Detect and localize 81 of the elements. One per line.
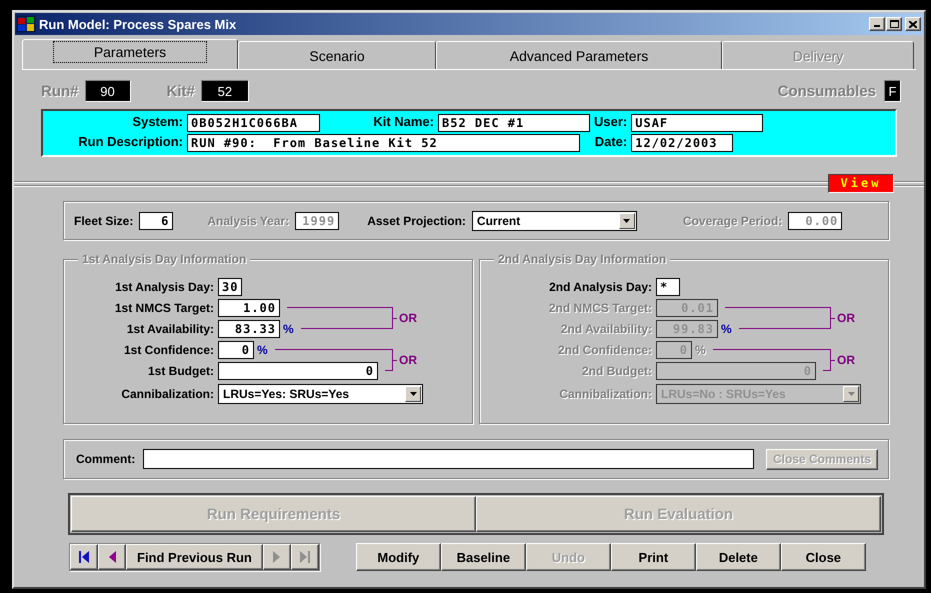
view-button[interactable]: View bbox=[828, 174, 894, 192]
field-label: Asset Projection: bbox=[367, 214, 466, 228]
consumables-label: Consumables bbox=[778, 82, 876, 100]
input-field[interactable]: * bbox=[656, 278, 680, 296]
field-label: User: bbox=[594, 114, 628, 130]
app-icon bbox=[17, 16, 35, 32]
tab[interactable]: Parameters bbox=[22, 39, 238, 69]
field-label: 1st NMCS Target: bbox=[114, 300, 214, 314]
skip-arrow-icon bbox=[79, 551, 89, 563]
field-label: Cannibalization: bbox=[558, 387, 652, 401]
dropdown[interactable]: LRUs=Yes: SRUs=Yes bbox=[218, 384, 423, 404]
run-number-label: Run# bbox=[41, 82, 78, 100]
divider-line bbox=[894, 180, 924, 186]
input-field[interactable]: RUN #90: From Baseline Kit 52 bbox=[187, 134, 580, 152]
group-title: 2nd Analysis Day Information bbox=[494, 252, 670, 266]
window-title: Run Model: Process Spares Mix bbox=[39, 16, 238, 32]
field-label: Run Description: bbox=[77, 134, 183, 151]
tab[interactable]: Scenario bbox=[238, 41, 436, 69]
close-icon bbox=[909, 20, 917, 28]
or-label: OR bbox=[399, 311, 417, 325]
dropdown[interactable]: Current bbox=[472, 210, 637, 230]
field-label: Fleet Size: bbox=[74, 214, 134, 228]
or-label: OR bbox=[399, 353, 417, 367]
unit-label: % bbox=[257, 342, 268, 356]
field-label: Coverage Period: bbox=[682, 214, 782, 228]
unit-label: % bbox=[283, 322, 294, 336]
field-label: Analysis Year: bbox=[207, 214, 290, 228]
caret-icon bbox=[623, 218, 630, 222]
input-field[interactable]: 83.33 bbox=[218, 320, 280, 338]
input-field[interactable]: 0 bbox=[218, 340, 254, 358]
field-label: 2nd NMCS Target: bbox=[548, 300, 652, 314]
action-button[interactable]: Close bbox=[780, 543, 866, 571]
field-label: 1st Availability: bbox=[126, 322, 214, 336]
kit-number-field: 52 bbox=[200, 80, 249, 102]
comment-field[interactable] bbox=[143, 449, 754, 469]
input-field[interactable]: 1.00 bbox=[218, 298, 280, 316]
action-button[interactable]: Delete bbox=[696, 543, 781, 571]
field-label: Comment: bbox=[76, 452, 136, 466]
input-field[interactable]: 30 bbox=[218, 278, 242, 296]
maximize-button[interactable] bbox=[886, 17, 902, 31]
tab[interactable]: Advanced Parameters bbox=[436, 41, 722, 69]
action-button[interactable]: Print bbox=[610, 543, 696, 571]
field-label: Cannibalization: bbox=[120, 387, 214, 401]
caret-icon bbox=[848, 392, 854, 396]
minimize-button[interactable] bbox=[869, 17, 885, 31]
input-field[interactable]: 12/02/2003 bbox=[631, 134, 734, 152]
field-label: 1st Analysis Day: bbox=[114, 280, 214, 294]
close-button[interactable] bbox=[905, 17, 921, 31]
field-label: Date: bbox=[594, 134, 628, 150]
find-previous-button[interactable]: Find Previous Run bbox=[126, 544, 263, 570]
arrow-icon bbox=[273, 551, 280, 563]
previous-record-button[interactable] bbox=[98, 544, 126, 570]
action-button[interactable]: Modify bbox=[356, 543, 441, 571]
minimize-icon bbox=[874, 25, 880, 27]
run-number-field: 90 bbox=[84, 80, 130, 102]
unit-label: % bbox=[695, 342, 706, 356]
first-record-button[interactable] bbox=[70, 544, 98, 570]
field-label: 1st Budget: bbox=[147, 364, 214, 378]
field-label: Kit Name: bbox=[372, 114, 434, 130]
maximize-icon bbox=[890, 20, 898, 28]
unit-label: % bbox=[721, 322, 732, 336]
arrow-icon bbox=[108, 551, 116, 563]
group-title: 1st Analysis Day Information bbox=[78, 252, 250, 266]
action-button[interactable]: Baseline bbox=[440, 543, 526, 571]
field-label: 2nd Analysis Day: bbox=[548, 280, 652, 294]
field-label: 2nd Availability: bbox=[560, 322, 652, 336]
kit-number-label: Kit# bbox=[166, 82, 195, 100]
input-field[interactable]: 0 bbox=[218, 362, 378, 380]
input-field[interactable]: B52 DEC #1 bbox=[438, 114, 590, 132]
consumables-field: F bbox=[884, 80, 901, 102]
input-field[interactable]: 0B052H1C066BA bbox=[187, 114, 320, 132]
field-label: 2nd Budget: bbox=[581, 364, 652, 378]
caret-icon bbox=[410, 392, 416, 396]
skip-arrow-icon bbox=[300, 551, 310, 563]
input-field[interactable]: 6 bbox=[139, 212, 174, 230]
field-label: 1st Confidence: bbox=[122, 342, 214, 356]
or-label: OR bbox=[837, 353, 855, 367]
field-label: 2nd Confidence: bbox=[556, 342, 652, 356]
input-field[interactable]: USAF bbox=[631, 114, 764, 132]
or-label: OR bbox=[837, 311, 855, 325]
field-label: System: bbox=[131, 114, 183, 131]
